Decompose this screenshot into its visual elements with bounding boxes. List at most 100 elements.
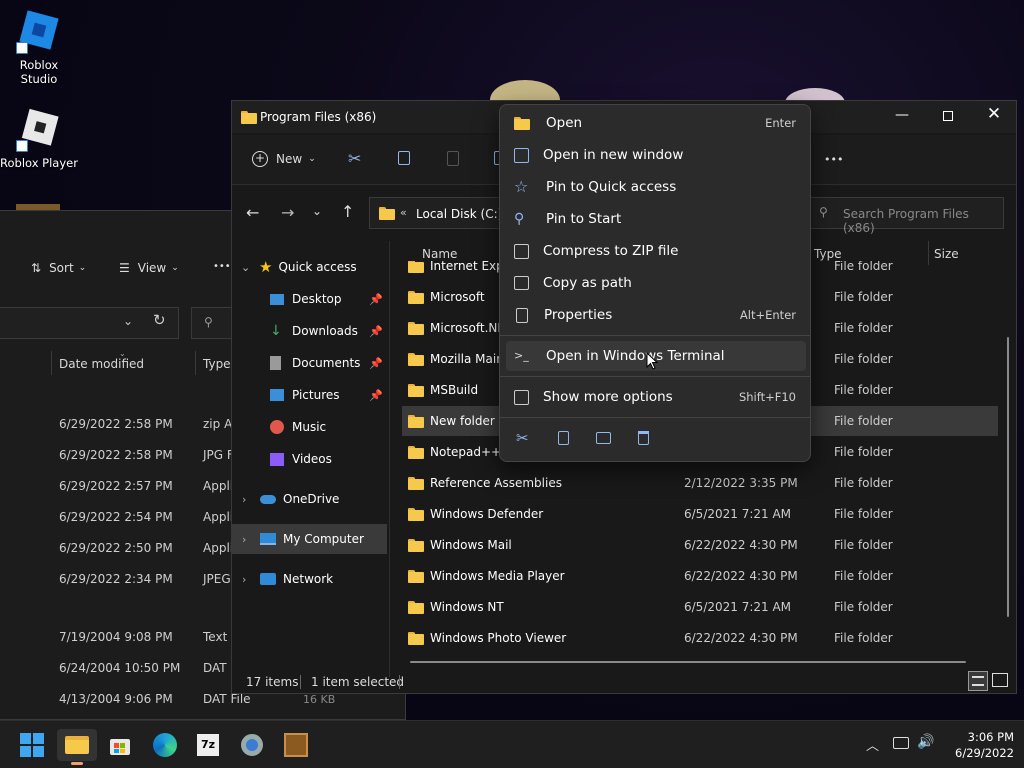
search-icon: ⚲ — [204, 315, 213, 329]
taskbar-7zip[interactable]: 7z — [188, 729, 228, 761]
active-indicator — [71, 762, 83, 765]
clock[interactable]: 3:06 PM 6/29/2022 — [944, 729, 1014, 761]
nav-item-music[interactable]: Music — [232, 412, 387, 442]
open-folder-icon — [514, 114, 532, 132]
nav-item-downloads[interactable]: ↓ Downloads 📌 — [232, 316, 387, 346]
menu-separator — [500, 417, 810, 418]
menu-item-properties[interactable]: Properties Alt+Enter — [506, 300, 806, 330]
desktop-icon-roblox-player[interactable]: Roblox Player — [0, 106, 78, 170]
nav-onedrive[interactable]: › OneDrive — [232, 484, 387, 514]
more-button[interactable]: ••• — [824, 153, 843, 166]
nav-quick-access[interactable]: ⌄ ★ Quick access — [232, 252, 387, 282]
cut-icon[interactable]: ✂ — [516, 429, 529, 447]
details-view-button[interactable] — [968, 671, 988, 691]
nav-item-videos[interactable]: Videos — [232, 444, 387, 474]
computer-icon — [260, 533, 276, 545]
back-button[interactable]: ← — [246, 203, 259, 222]
taskbar-file-explorer[interactable] — [57, 729, 97, 765]
column-name[interactable]: Name — [422, 247, 457, 261]
cut-icon[interactable]: ✂ — [348, 149, 361, 168]
nav-item-documents[interactable]: Documents 📌 — [232, 348, 387, 378]
edge-icon — [153, 733, 177, 757]
rename-icon[interactable] — [596, 432, 611, 444]
show-hidden-icons-button[interactable]: ︿ — [866, 735, 879, 754]
zip-icon — [514, 243, 529, 259]
taskbar-edge[interactable] — [145, 729, 185, 761]
list-item[interactable]: Windows NT 6/5/2021 7:21 AM File folder — [408, 592, 998, 622]
menu-item-pin-start[interactable]: ⚲ Pin to Start — [506, 204, 806, 234]
folder-icon — [408, 290, 424, 304]
volume-icon[interactable]: 🔊 — [917, 734, 934, 750]
new-window-icon — [514, 147, 529, 163]
breadcrumb-local-disk[interactable]: Local Disk (C:) — [416, 207, 502, 221]
taskbar: 7z ︿ 🔊 3:06 PM 6/29/2022 — [0, 720, 1024, 768]
chevron-right-icon: › — [242, 572, 247, 586]
overflow-chevron-icon: « — [400, 206, 407, 219]
windows-logo-icon — [20, 733, 44, 757]
start-button[interactable] — [12, 729, 52, 761]
nav-my-computer[interactable]: › My Computer — [232, 524, 387, 554]
tiles-view-button[interactable] — [992, 673, 1008, 687]
list-item[interactable]: Windows Mail 6/22/2022 4:30 PM File folder — [408, 530, 998, 560]
menu-separator — [500, 376, 810, 377]
chevron-right-icon: › — [242, 532, 247, 546]
folder-icon — [408, 507, 424, 521]
nav-item-desktop[interactable]: Desktop 📌 — [232, 284, 387, 314]
nav-network[interactable]: › Network — [232, 564, 387, 594]
gear-icon — [241, 734, 263, 756]
more-button[interactable]: ••• — [213, 261, 231, 272]
close-button[interactable]: ✕ — [974, 104, 1014, 126]
menu-item-open[interactable]: Open Enter — [506, 108, 806, 138]
taskbar-settings[interactable] — [232, 729, 272, 761]
nav-item-pictures[interactable]: Pictures 📌 — [232, 380, 387, 410]
list-item[interactable]: Windows Media Player 6/22/2022 4:30 PM Fil… — [408, 561, 998, 591]
taskbar-store[interactable] — [100, 729, 140, 761]
menu-item-open-new-window[interactable]: Open in new window — [506, 140, 806, 170]
taskbar-app[interactable] — [276, 729, 316, 761]
column-date-modified[interactable]: Date modified — [59, 357, 144, 371]
horizontal-scrollbar[interactable] — [410, 661, 966, 663]
menu-item-copy-as-path[interactable]: Copy as path — [506, 268, 806, 298]
folder-icon — [241, 111, 257, 124]
desktop-icon-roblox-studio[interactable]: Roblox Studio — [0, 8, 78, 86]
network-status-icon[interactable] — [893, 737, 909, 749]
sort-button[interactable]: ⇅ Sort ⌄ — [31, 261, 86, 275]
network-icon — [260, 573, 276, 585]
chevron-right-icon: › — [242, 492, 247, 506]
menu-item-pin-quick-access[interactable]: ☆ Pin to Quick access — [506, 172, 806, 202]
vertical-scrollbar[interactable] — [1007, 337, 1009, 617]
recent-locations-button[interactable]: ⌄ — [312, 204, 322, 218]
delete-icon[interactable] — [638, 431, 649, 445]
context-menu: Open Enter Open in new window ☆ Pin to Qui… — [499, 104, 811, 462]
menu-item-show-more-options[interactable]: Show more options Shift+F10 — [506, 382, 806, 412]
chevron-down-icon: ⌄ — [241, 260, 251, 274]
column-size[interactable]: Size — [934, 247, 959, 261]
videos-icon — [270, 452, 284, 466]
copy-icon[interactable] — [398, 151, 410, 165]
view-button[interactable]: ☰ View ⌄ — [119, 261, 179, 275]
column-type[interactable]: Type — [814, 247, 842, 261]
list-item[interactable]: Windows Defender 6/5/2021 7:21 AM File fol… — [408, 499, 998, 529]
maximize-button[interactable] — [928, 107, 968, 129]
list-item[interactable]: Windows Photo Viewer 6/22/2022 4:30 PM Fil… — [408, 623, 998, 653]
desktop-icon-label: Roblox Studio — [19, 58, 59, 86]
forward-button[interactable]: → — [281, 203, 294, 222]
minimize-button[interactable]: — — [882, 107, 922, 129]
folder-icon — [408, 538, 424, 552]
list-item[interactable]: Reference Assemblies 2/12/2022 3:35 PM Fil… — [408, 468, 998, 498]
roblox-studio-icon — [16, 8, 62, 54]
paste-icon[interactable] — [447, 151, 459, 166]
search-placeholder: Search Program Files (x86) — [843, 207, 969, 235]
search-box[interactable]: ⚲ Search Program Files (x86) — [810, 197, 1004, 235]
new-button[interactable]: + New ⌄ — [252, 151, 316, 167]
menu-item-compress-zip[interactable]: Compress to ZIP file — [506, 236, 806, 266]
up-button[interactable]: ↑ — [341, 202, 354, 221]
document-icon — [270, 356, 281, 370]
address-bar[interactable]: « Local Disk (C:) — [369, 197, 509, 229]
folder-icon — [408, 631, 424, 645]
copy-icon[interactable] — [558, 431, 569, 445]
refresh-icon[interactable]: ↻ — [153, 311, 166, 329]
folder-icon — [408, 600, 424, 614]
column-type[interactable]: Type — [203, 357, 231, 371]
terminal-icon: >_ — [514, 349, 529, 362]
